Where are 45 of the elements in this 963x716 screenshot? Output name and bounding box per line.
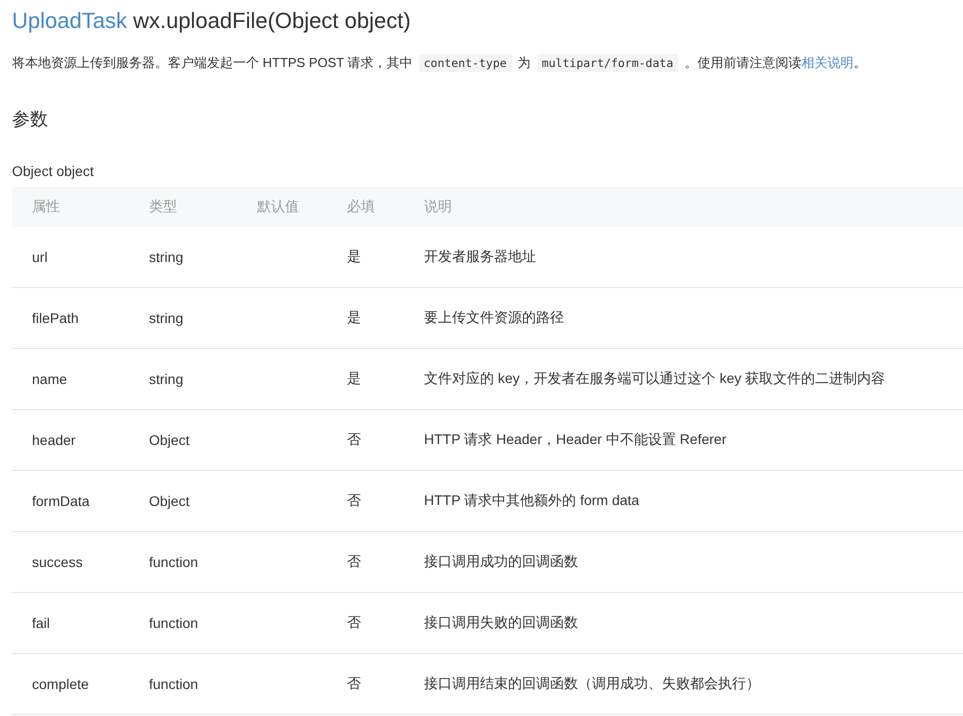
- description-link[interactable]: 相关说明: [801, 55, 854, 70]
- table-cell: complete: [32, 676, 89, 692]
- table-cell: 接口调用结束的回调函数（调用成功、失败都会执行）: [424, 675, 760, 691]
- table-cell: 否: [347, 614, 361, 630]
- inline-code: multipart/form-data: [536, 54, 678, 72]
- table-cell: url: [32, 249, 48, 265]
- table-cell: HTTP 请求 Header，Header 中不能设置 Referer: [424, 431, 726, 447]
- section-heading: 参数: [12, 108, 49, 131]
- table-cell: HTTP 请求中其他额外的 form data: [424, 492, 640, 508]
- column-header: 说明: [424, 198, 452, 214]
- table-cell: 否: [347, 675, 361, 691]
- param-label: Object object: [12, 162, 95, 181]
- page-title: wx.uploadFile(Object object): [133, 8, 411, 33]
- table-cell: function: [149, 676, 198, 692]
- table-cell: string: [149, 371, 184, 387]
- table-cell: success: [32, 554, 83, 570]
- table-cell: 接口调用失败的回调函数: [424, 614, 578, 630]
- table-cell: string: [149, 310, 184, 326]
- table-cell: Object: [149, 493, 190, 509]
- table-cell: function: [149, 554, 198, 570]
- table-cell: 接口调用成功的回调函数: [424, 553, 578, 569]
- description-text: 将本地资源上传到服务器。客户端发起一个 HTTPS POST 请求，其中 content-type 为 multipart/form-data 。使用前请注意阅读相关说明。: [12, 53, 868, 74]
- table-cell: function: [149, 615, 198, 631]
- table-cell: fail: [32, 615, 50, 631]
- table-cell: name: [32, 371, 68, 387]
- table-cell: 否: [347, 492, 361, 508]
- title-link[interactable]: UploadTask: [12, 8, 127, 33]
- table-cell: header: [32, 432, 76, 448]
- table-cell: 否: [347, 553, 361, 569]
- table-cell: string: [149, 249, 184, 265]
- table-cell: 文件对应的 key，开发者在服务端可以通过这个 key 获取文件的二进制内容: [424, 370, 886, 386]
- table-cell: filePath: [32, 310, 79, 326]
- table-cell: Object: [149, 432, 190, 448]
- table-cell: 要上传文件资源的路径: [424, 309, 564, 325]
- inline-code: content-type: [418, 54, 512, 72]
- column-header: 必填: [347, 198, 375, 214]
- table-cell: 是: [347, 370, 361, 386]
- table-cell: 开发者服务器地址: [424, 248, 536, 264]
- table-cell: 是: [347, 248, 361, 264]
- column-header: 默认值: [257, 198, 299, 214]
- table-cell: formData: [32, 493, 90, 509]
- table-cell: 是: [347, 309, 361, 325]
- column-header: 类型: [149, 198, 177, 214]
- column-header: 属性: [32, 198, 60, 214]
- table-cell: 否: [347, 431, 361, 447]
